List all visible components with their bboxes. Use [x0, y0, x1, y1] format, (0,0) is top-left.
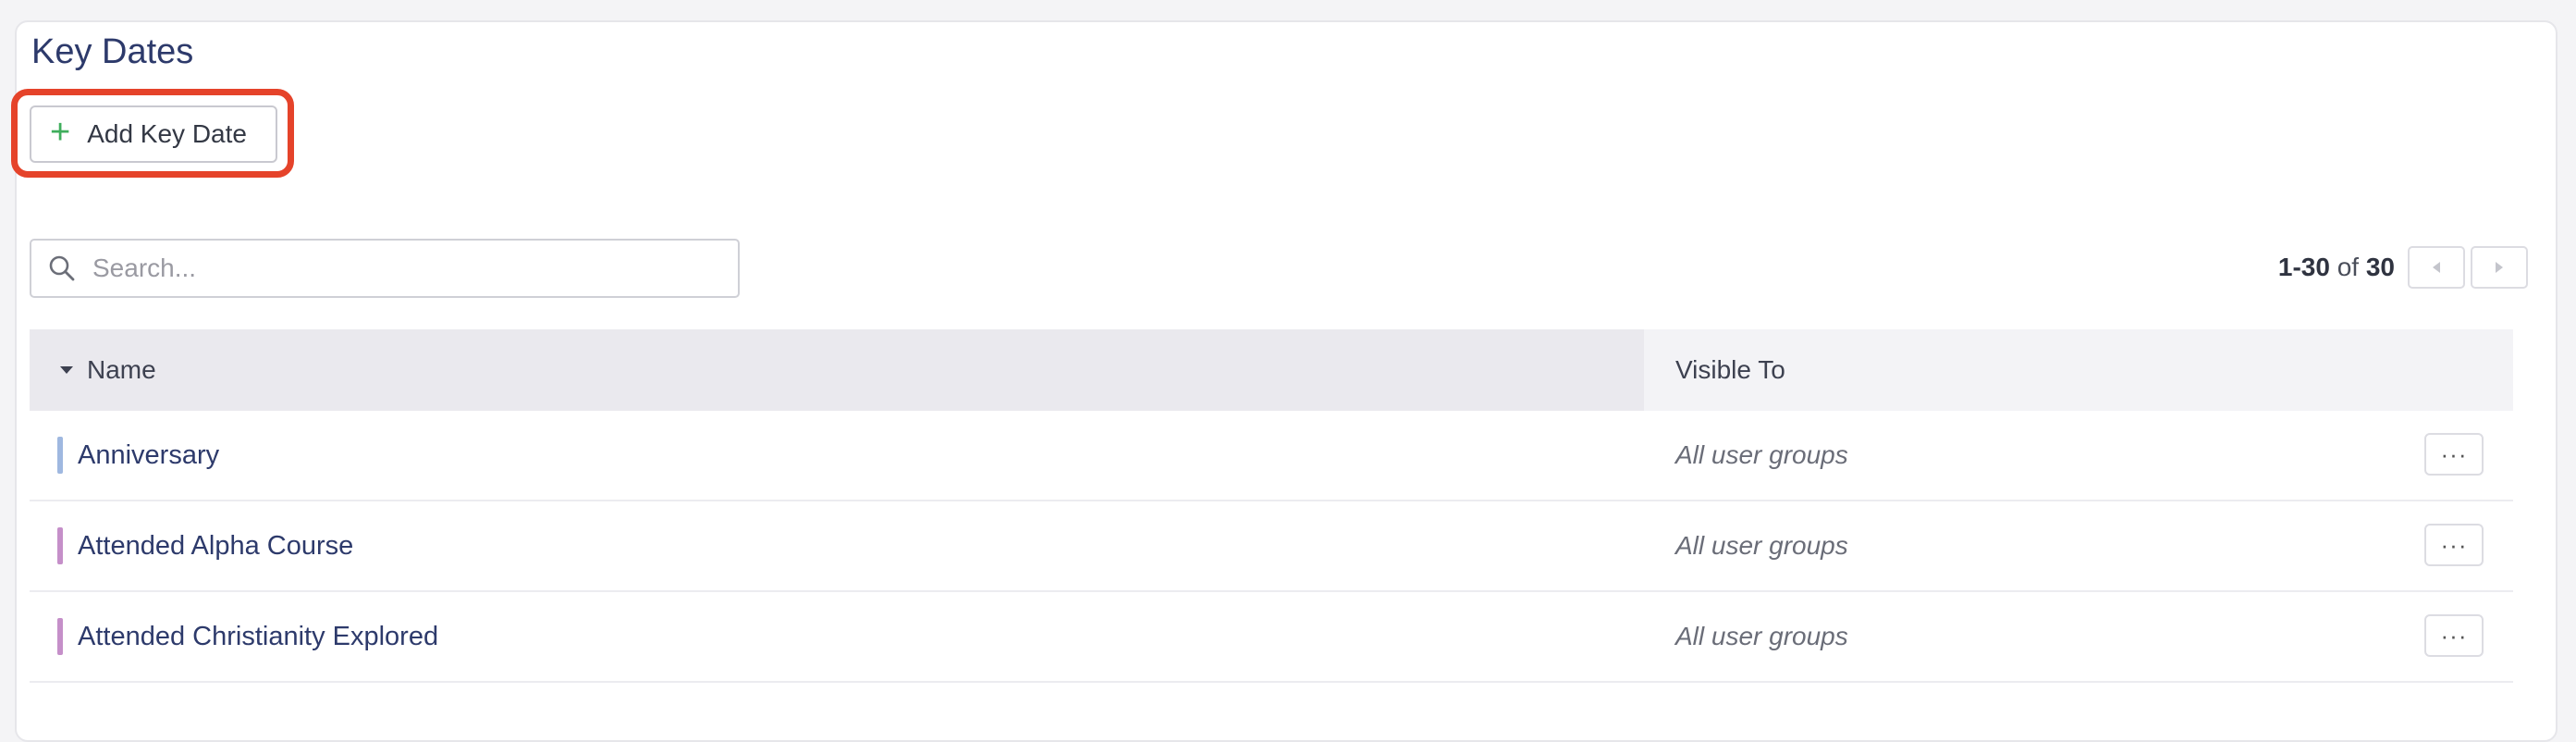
row-name-link[interactable]: Attended Alpha Course [78, 531, 353, 562]
table-row[interactable]: Attended Christianity Explored All user … [30, 592, 2513, 683]
table-header: Name Visible To [30, 329, 2513, 411]
table-row[interactable]: Attended Alpha Course All user groups ··… [30, 501, 2513, 592]
column-header-name[interactable]: Name [30, 329, 1644, 411]
color-indicator [57, 527, 63, 564]
ellipsis-icon: ··· [2440, 440, 2468, 468]
column-header-visible-to[interactable]: Visible To [1644, 329, 2513, 411]
color-indicator [57, 437, 63, 474]
more-options-button[interactable]: ··· [2424, 433, 2484, 476]
ellipsis-icon: ··· [2440, 622, 2468, 649]
more-options-button[interactable]: ··· [2424, 614, 2484, 657]
ellipsis-icon: ··· [2440, 531, 2468, 559]
column-header-visible-to-label: Visible To [1675, 355, 1785, 384]
row-name-link[interactable]: Attended Christianity Explored [78, 622, 438, 652]
row-name-cell: Attended Christianity Explored [30, 618, 1644, 655]
pagination-of: of [2337, 253, 2360, 281]
column-header-name-label: Name [87, 355, 156, 384]
search-icon [48, 254, 76, 282]
row-name-cell: Anniversary [30, 437, 1644, 474]
pagination-summary: 1-30 of 30 [2278, 253, 2395, 282]
row-visible-to: All user groups [1675, 440, 1848, 469]
next-page-button[interactable] [2471, 246, 2528, 289]
sort-desc-icon [60, 366, 73, 374]
row-name-cell: Attended Alpha Course [30, 527, 1644, 564]
plus-icon: + [50, 113, 71, 152]
color-indicator [57, 618, 63, 655]
table-row[interactable]: Anniversary All user groups ··· [30, 411, 2513, 501]
add-key-date-label: Add Key Date [87, 119, 247, 148]
row-name-link[interactable]: Anniversary [78, 440, 219, 471]
search-input[interactable] [91, 253, 705, 284]
page-title: Key Dates [31, 32, 194, 71]
key-dates-table: Name Visible To Anniversary All user gro… [30, 329, 2513, 683]
chevron-left-icon [2433, 262, 2440, 273]
chevron-right-icon [2496, 262, 2503, 273]
more-options-button[interactable]: ··· [2424, 524, 2484, 566]
pagination-total: 30 [2365, 253, 2395, 281]
pagination: 1-30 of 30 [2278, 246, 2528, 289]
row-visible-to: All user groups [1675, 622, 1848, 650]
previous-page-button[interactable] [2408, 246, 2465, 289]
row-visible-to: All user groups [1675, 531, 1848, 560]
search-box[interactable] [30, 239, 740, 298]
add-key-date-button[interactable]: + Add Key Date [30, 105, 277, 163]
pagination-range: 1-30 [2277, 253, 2330, 281]
